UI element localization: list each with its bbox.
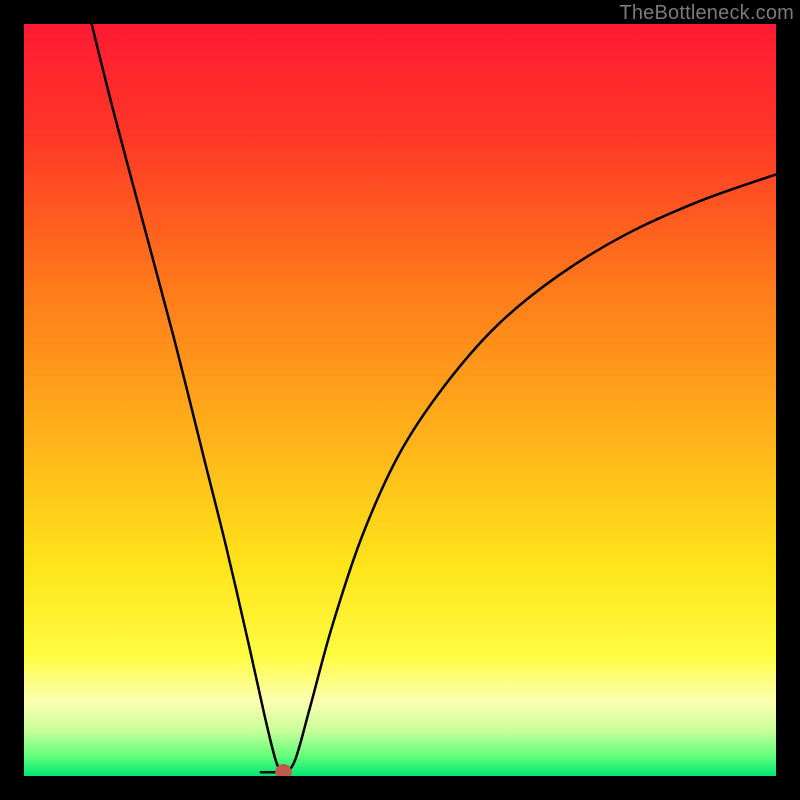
watermark-text: TheBottleneck.com xyxy=(619,2,794,25)
gradient-background xyxy=(24,24,776,776)
chart-canvas xyxy=(24,24,776,776)
chart-frame xyxy=(24,24,776,776)
